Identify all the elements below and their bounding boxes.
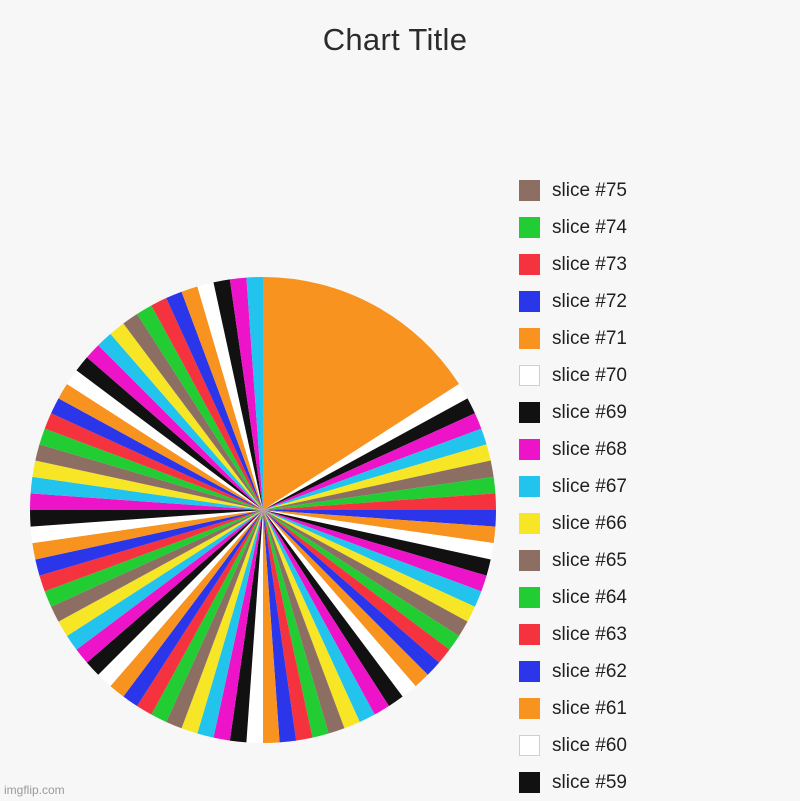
legend-item: slice #74 [519,209,789,246]
legend-swatch-icon [519,550,540,571]
legend-item: slice #67 [519,468,789,505]
legend-item: slice #62 [519,653,789,690]
legend-label: slice #71 [552,327,627,349]
legend-item: slice #70 [519,357,789,394]
legend-item: slice #66 [519,505,789,542]
legend-label: slice #64 [552,586,627,608]
legend-item: slice #69 [519,394,789,431]
legend-swatch-icon [519,772,540,793]
legend-label: slice #63 [552,623,627,645]
legend-swatch-icon [519,735,540,756]
legend-label: slice #67 [552,475,627,497]
legend-swatch-icon [519,587,540,608]
legend-swatch-icon [519,476,540,497]
legend-label: slice #66 [552,512,627,534]
page-title: Chart Title [322,22,468,57]
legend-swatch-icon [519,180,540,201]
legend-label: slice #59 [552,771,627,793]
legend-item: slice #64 [519,579,789,616]
legend-swatch-icon [519,291,540,312]
legend-label: slice #74 [552,216,627,238]
legend-swatch-icon [519,328,540,349]
legend-swatch-icon [519,254,540,275]
watermark: imgflip.com [4,783,65,797]
legend-swatch-icon [519,661,540,682]
legend-item: slice #72 [519,283,789,320]
legend-label: slice #60 [552,734,627,756]
legend-label: slice #72 [552,290,627,312]
legend: slice #75 slice #74 slice #73 slice #72 slic… [519,172,789,801]
legend-item: slice #60 [519,727,789,764]
legend-swatch-icon [519,439,540,460]
legend-label: slice #62 [552,660,627,682]
legend-item: slice #61 [519,690,789,727]
legend-swatch-icon [519,513,540,534]
pie-chart [28,275,498,745]
legend-swatch-icon [519,624,540,645]
legend-item: slice #71 [519,320,789,357]
legend-label: slice #70 [552,364,627,386]
legend-item: slice #59 [519,764,789,801]
legend-item: slice #65 [519,542,789,579]
legend-swatch-icon [519,217,540,238]
legend-swatch-icon [519,698,540,719]
legend-label: slice #73 [552,253,627,275]
legend-item: slice #75 [519,172,789,209]
legend-swatch-icon [519,402,540,423]
legend-item: slice #73 [519,246,789,283]
legend-label: slice #65 [552,549,627,571]
pie-chart-svg [29,277,496,743]
legend-label: slice #61 [552,697,627,719]
legend-item: slice #68 [519,431,789,468]
legend-label: slice #69 [552,401,627,423]
legend-swatch-icon [519,365,540,386]
legend-label: slice #68 [552,438,627,460]
legend-item: slice #63 [519,616,789,653]
legend-label: slice #75 [552,179,627,201]
